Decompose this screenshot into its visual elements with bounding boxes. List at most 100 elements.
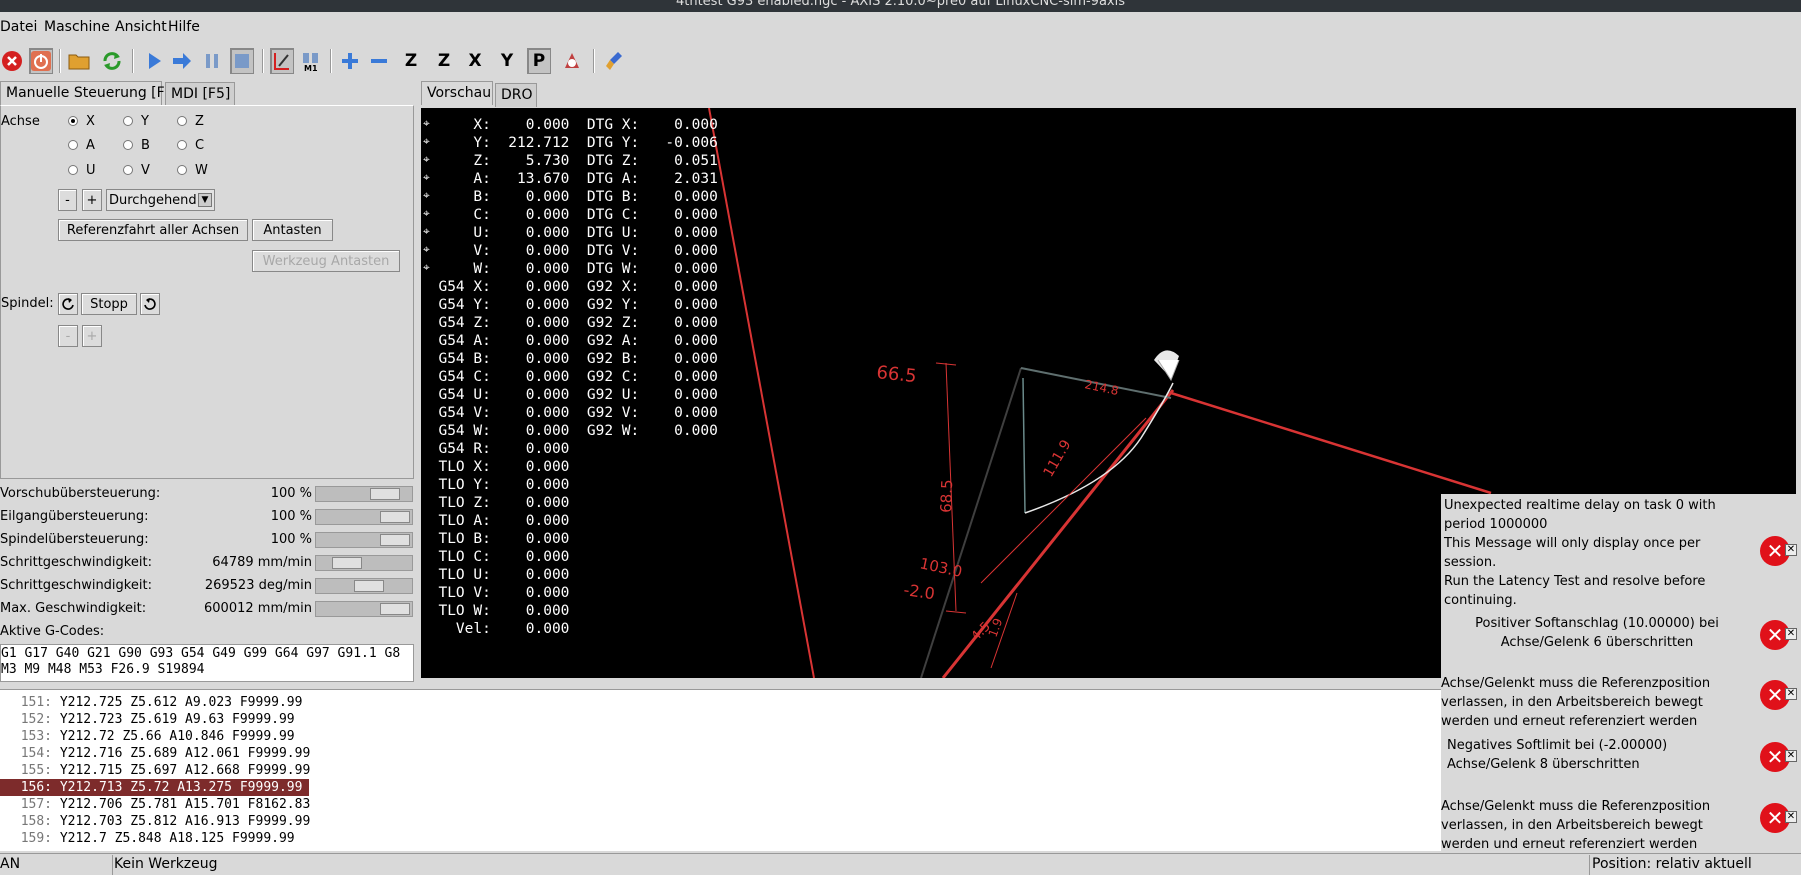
tab-dro[interactable]: DRO bbox=[495, 83, 537, 107]
code-line[interactable]: 159: Y212.7 Z5.848 A18.125 F9999.99 bbox=[0, 830, 1445, 847]
manual-control-panel: Achse X Y Z A B C U V W - + Durchgehend … bbox=[0, 105, 414, 479]
spindle-faster-button[interactable]: + bbox=[82, 325, 102, 347]
radio-axis-x[interactable]: X bbox=[68, 114, 95, 129]
menu-datei[interactable]: Datei bbox=[0, 19, 37, 35]
touch-off-button[interactable]: Antasten bbox=[252, 219, 333, 241]
dro-line: G54 U: 0.000 G92 U: 0.000 bbox=[421, 387, 718, 403]
view-z2-icon[interactable]: Z bbox=[432, 48, 456, 74]
dro-line: TLO B: 0.000 bbox=[421, 531, 570, 547]
radio-axis-a[interactable]: A bbox=[68, 138, 95, 153]
code-line[interactable]: 154: Y212.716 Z5.689 A12.061 F9999.99 bbox=[0, 745, 1445, 762]
tool-touch-off-button[interactable]: Werkzeug Antasten bbox=[252, 250, 400, 272]
zoom-out-icon[interactable] bbox=[367, 48, 391, 74]
step-icon[interactable] bbox=[170, 48, 194, 74]
rotate-ccw-icon bbox=[62, 298, 74, 310]
radio-axis-z[interactable]: Z bbox=[177, 114, 204, 129]
rotate-cw-icon bbox=[144, 298, 156, 310]
spindle-stop-button[interactable]: Stopp bbox=[81, 293, 137, 315]
close-icon[interactable]: ✕ bbox=[1785, 628, 1797, 640]
jog-minus-button[interactable]: - bbox=[58, 189, 77, 211]
active-gcodes-box[interactable]: G1 G17 G40 G21 G90 G93 G54 G49 G99 G64 G… bbox=[0, 644, 414, 682]
jog-speed-slider[interactable] bbox=[315, 555, 413, 571]
override-value: 64789 mm/min bbox=[212, 555, 312, 570]
close-icon[interactable]: ✕ bbox=[1785, 688, 1797, 700]
code-line[interactable]: 158: Y212.703 Z5.812 A16.913 F9999.99 bbox=[0, 813, 1445, 830]
spindle-slower-button[interactable]: - bbox=[58, 325, 78, 347]
zoom-in-icon[interactable] bbox=[338, 48, 362, 74]
angular-jog-speed-slider[interactable] bbox=[315, 578, 413, 594]
radio-axis-u[interactable]: U bbox=[68, 163, 96, 178]
power-icon[interactable] bbox=[29, 48, 53, 74]
menu-bar: Datei Maschine Ansicht Hilfe bbox=[0, 14, 1801, 40]
jog-plus-button[interactable]: + bbox=[82, 189, 102, 211]
m1-icon[interactable]: M1 bbox=[299, 48, 323, 74]
code-line[interactable]: 151: Y212.725 Z5.612 A9.023 F9999.99 bbox=[0, 694, 1445, 711]
code-line[interactable]: 157: Y212.706 Z5.781 A15.701 F8162.83 bbox=[0, 796, 1445, 813]
estop-icon[interactable] bbox=[0, 48, 24, 74]
line-number: 153: bbox=[20, 729, 52, 744]
close-icon[interactable]: ✕ bbox=[1785, 811, 1797, 823]
view-p-icon[interactable]: P bbox=[527, 48, 551, 74]
tool-cone bbox=[1157, 359, 1180, 382]
slider-thumb[interactable] bbox=[380, 534, 410, 546]
radio-axis-b[interactable]: B bbox=[123, 138, 150, 153]
view-z-icon[interactable]: Z bbox=[399, 48, 423, 74]
stop-icon[interactable] bbox=[230, 48, 254, 74]
pause-icon[interactable] bbox=[200, 48, 224, 74]
current-code-line[interactable]: 156: Y212.713 Z5.72 A13.275 F9999.99 bbox=[0, 779, 309, 796]
code-text: Y212.713 Z5.72 A13.275 F9999.99 bbox=[52, 780, 303, 795]
radio-axis-c[interactable]: C bbox=[177, 138, 204, 153]
slider-thumb[interactable] bbox=[370, 488, 401, 500]
dro-line: U: 0.000 DTG U: 0.000 bbox=[421, 225, 718, 241]
spindle-override-slider[interactable] bbox=[315, 532, 413, 548]
dro-line: G54 X: 0.000 G92 X: 0.000 bbox=[421, 279, 718, 295]
tab-preview[interactable]: Vorschau bbox=[421, 81, 493, 105]
slider-thumb[interactable] bbox=[380, 511, 410, 523]
tab-manual[interactable]: Manuelle Steuerung [F3] bbox=[0, 81, 179, 105]
gcodes-line: M3 M9 M48 M53 F26.9 S19894 bbox=[1, 662, 205, 677]
radio-axis-w[interactable]: W bbox=[177, 163, 208, 178]
dro-line: B: 0.000 DTG B: 0.000 bbox=[421, 189, 718, 205]
slider-thumb[interactable] bbox=[332, 557, 362, 569]
line-number: 156: bbox=[20, 780, 52, 795]
slider-thumb[interactable] bbox=[380, 603, 410, 615]
spindle-ccw-button[interactable] bbox=[58, 293, 78, 315]
run-icon[interactable] bbox=[142, 48, 166, 74]
code-text: Y212.706 Z5.781 A15.701 F8162.83 bbox=[52, 797, 311, 812]
open-file-icon[interactable] bbox=[67, 48, 91, 74]
reload-icon[interactable] bbox=[100, 48, 124, 74]
close-icon[interactable]: ✕ bbox=[1785, 544, 1797, 556]
code-line[interactable]: 155: Y212.715 Z5.697 A12.668 F9999.99 bbox=[0, 762, 1445, 779]
feed-override-slider[interactable] bbox=[315, 486, 413, 502]
menu-hilfe[interactable]: Hilfe bbox=[168, 19, 200, 35]
rapid-override-slider[interactable] bbox=[315, 509, 413, 525]
home-all-button[interactable]: Referenzfahrt aller Achsen bbox=[58, 219, 248, 241]
view-y-icon[interactable]: Y bbox=[495, 48, 519, 74]
touch-off-icon[interactable] bbox=[270, 48, 294, 74]
dro-line: Vel: 0.000 bbox=[421, 621, 570, 637]
close-icon[interactable]: ✕ bbox=[1785, 750, 1797, 762]
max-velocity-slider[interactable] bbox=[315, 601, 413, 617]
code-line[interactable]: 152: Y212.723 Z5.619 A9.63 F9999.99 bbox=[0, 711, 1445, 728]
menu-maschine[interactable]: Maschine bbox=[44, 19, 110, 35]
menu-ansicht[interactable]: Ansicht bbox=[115, 19, 167, 35]
code-text: Y212.723 Z5.619 A9.63 F9999.99 bbox=[52, 712, 295, 727]
dro-line: G54 B: 0.000 G92 B: 0.000 bbox=[421, 351, 718, 367]
line-number: 155: bbox=[20, 763, 52, 778]
jog-mode-select[interactable]: Durchgehend ▼ bbox=[106, 189, 215, 211]
clear-plot-icon[interactable] bbox=[603, 48, 627, 74]
tab-mdi[interactable]: MDI [F5] bbox=[165, 82, 235, 106]
dro-line: C: 0.000 DTG C: 0.000 bbox=[421, 207, 718, 223]
jog-mode-value: Durchgehend bbox=[109, 193, 197, 208]
slider-thumb[interactable] bbox=[354, 580, 385, 592]
dro-line: W: 0.000 DTG W: 0.000 bbox=[421, 261, 718, 277]
radio-axis-v[interactable]: V bbox=[123, 163, 150, 178]
view-x-icon[interactable]: X bbox=[463, 48, 487, 74]
code-line[interactable]: 153: Y212.72 Z5.66 A10.846 F9999.99 bbox=[0, 728, 1445, 745]
radio-axis-y[interactable]: Y bbox=[123, 114, 149, 129]
gcode-listing[interactable]: 151: Y212.725 Z5.612 A9.023 F9999.99 152:… bbox=[0, 689, 1445, 851]
spindle-cw-button[interactable] bbox=[140, 293, 160, 315]
radio-dot bbox=[68, 116, 78, 126]
dro-line: X: 0.000 DTG X: 0.000 bbox=[421, 117, 718, 133]
rotate-view-icon[interactable] bbox=[560, 48, 584, 74]
